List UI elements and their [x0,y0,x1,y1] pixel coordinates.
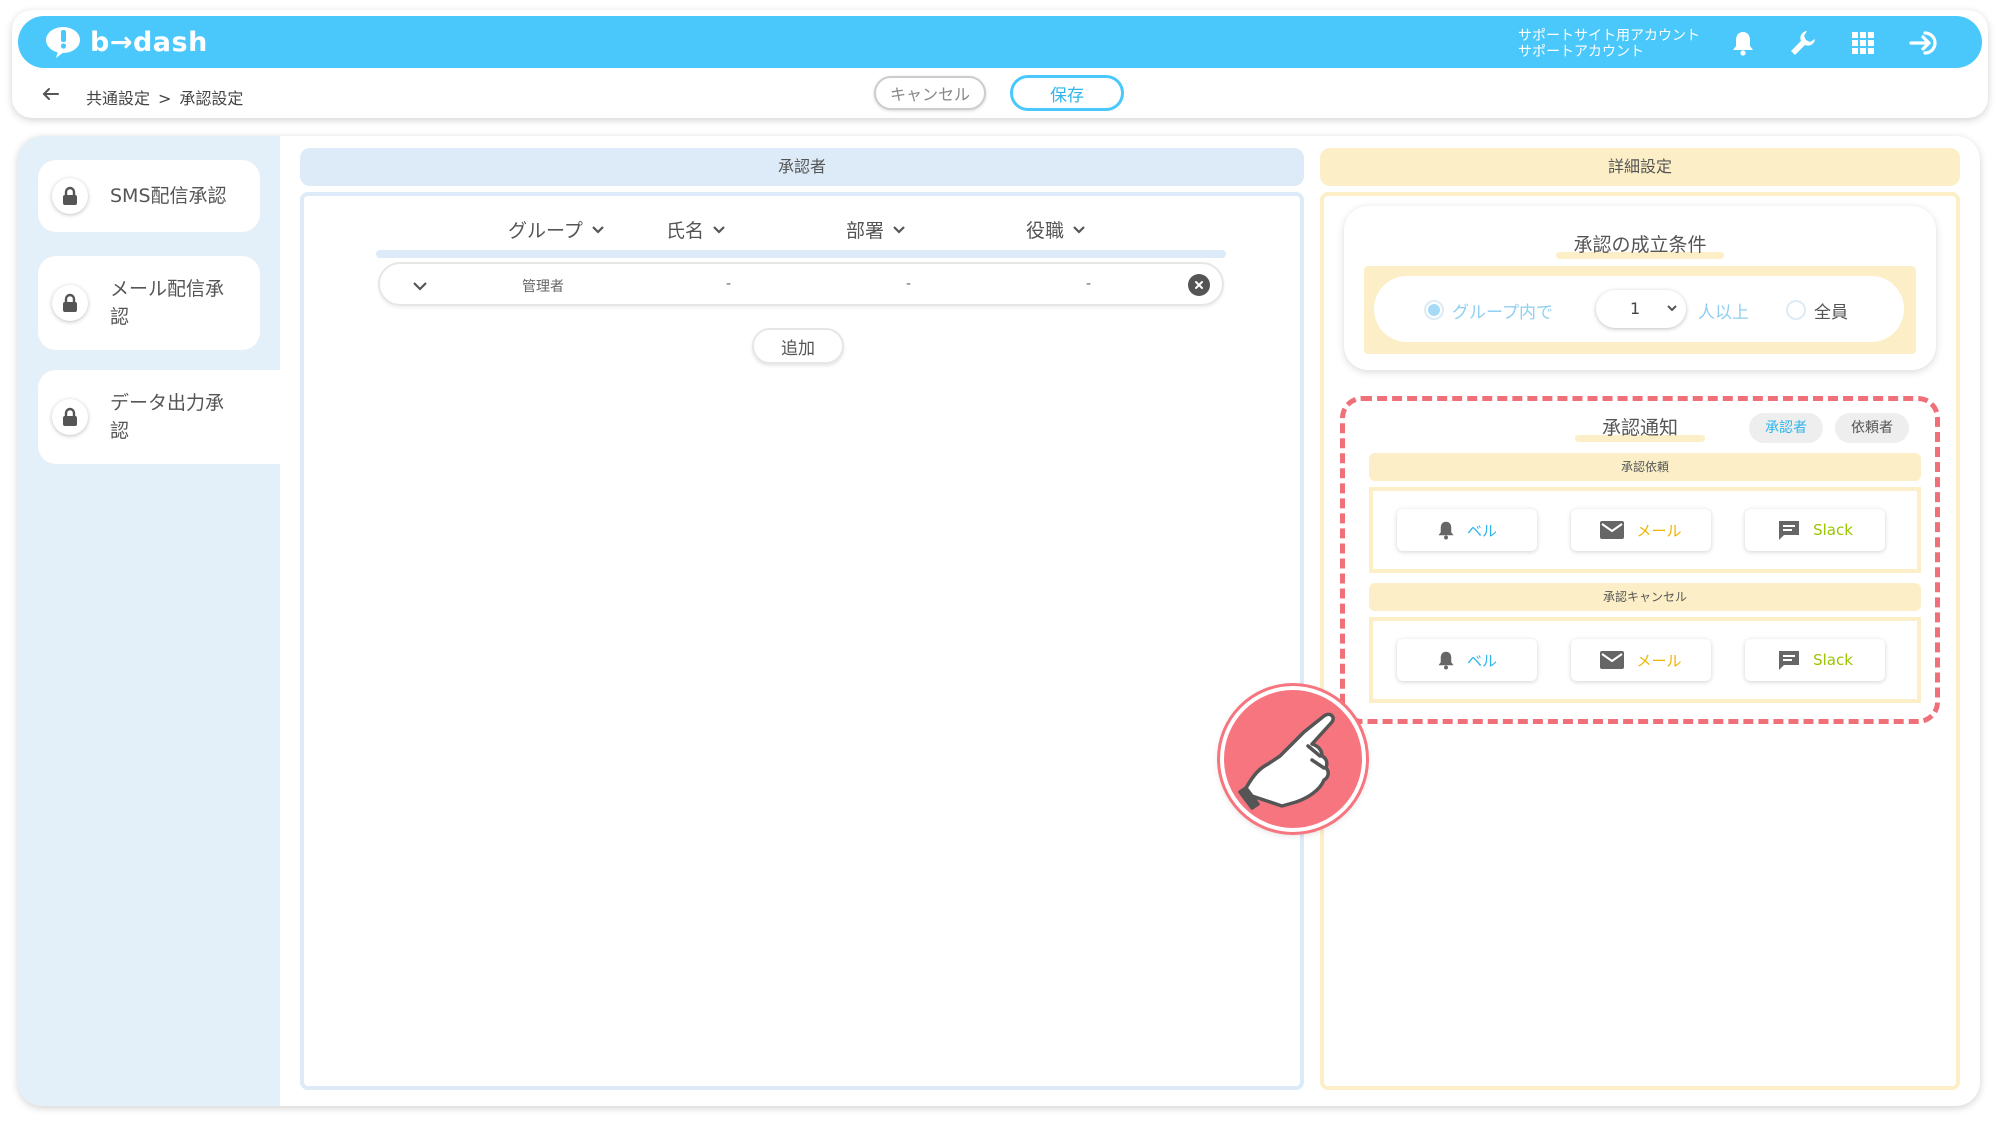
logo-text: b→dash [90,26,208,58]
column-header-name[interactable]: 氏名 [666,216,726,243]
toggle-requester-button[interactable]: 依頼者 [1835,413,1909,443]
mail-channel-button[interactable]: メール [1571,639,1711,681]
approvers-panel: グループ 氏名 部署 役職 管理者 - - - 追加 [300,192,1304,1090]
all-option-label: 全員 [1814,303,1848,323]
approver-count-value: 1 [1630,299,1641,318]
sidebar-item-label: データ出力承認 [110,392,225,442]
bell-icon[interactable] [1728,28,1758,58]
column-header-label: 氏名 [666,220,705,242]
app-header: b→dash サポートサイト用アカウント サポートアカウント [18,16,1982,68]
bell-channel-label: ベル [1466,521,1497,540]
account-line-2: サポートアカウント [1518,44,1644,60]
sidebar: SMS配信承認 メール配信承認 データ出力承認 [18,136,280,1106]
chevron-down-icon [1667,305,1677,312]
bell-channel-button[interactable]: ベル [1397,639,1537,681]
cancel-button[interactable]: キャンセル [874,76,986,110]
bell-icon [1438,521,1454,540]
mail-channel-label: メール [1636,651,1682,670]
row-group: 管理者 [522,279,564,295]
details-panel: 承認の成立条件 グループ内で 1 人以上 全員 承認通知 承認者 依頼者 承認依… [1320,192,1960,1090]
chat-icon [1779,651,1800,670]
save-button[interactable]: 保存 [1010,75,1124,111]
lock-icon [52,178,88,214]
slack-channel-button[interactable]: Slack [1745,639,1885,681]
column-header-position[interactable]: 役職 [1026,216,1086,243]
account-info[interactable]: サポートサイト用アカウント サポートアカウント [1518,28,1700,60]
mail-channel-button[interactable]: メール [1571,509,1711,551]
chevron-down-icon [893,225,905,234]
breadcrumb-separator: > [158,89,172,108]
slack-channel-button[interactable]: Slack [1745,509,1885,551]
row-name: - [726,276,732,292]
sidebar-item-mail-approval[interactable]: メール配信承認 [38,256,260,350]
back-arrow-icon[interactable] [42,86,62,102]
sidebar-item-data-export-approval[interactable]: データ出力承認 [38,370,280,464]
sidebar-item-label: SMS配信承認 [110,185,227,207]
slack-channel-label: Slack [1813,651,1853,669]
wrench-icon[interactable] [1788,28,1818,58]
condition-row: グループ内で 1 人以上 全員 [1374,276,1904,342]
row-position: - [1086,276,1092,292]
toggle-approver-button[interactable]: 承認者 [1749,413,1823,443]
column-header-label: 部署 [846,220,885,242]
breadcrumb: 共通設定 > 承認設定 [86,85,243,109]
column-divider [376,250,1226,258]
approval-request-header: 承認依頼 [1369,453,1921,481]
bell-channel-button[interactable]: ベル [1397,509,1537,551]
count-suffix-label: 人以上 [1698,303,1749,323]
breadcrumb-current: 承認設定 [179,89,244,108]
approval-request-channels: ベル メール Slack [1369,487,1921,573]
mail-icon [1600,521,1625,539]
logo-icon [44,25,84,59]
chevron-down-icon [713,225,725,234]
group-option-label: グループ内で [1452,303,1553,323]
breadcrumb-parent[interactable]: 共通設定 [86,89,150,108]
bell-channel-label: ベル [1466,651,1497,670]
lock-icon [52,399,88,435]
row-department: - [906,276,912,292]
sub-toolbar: 共通設定 > 承認設定 キャンセル 保存 [12,68,1988,118]
chevron-down-icon [1073,225,1085,234]
main-frame: SMS配信承認 メール配信承認 データ出力承認 承認者 グループ 氏名 部署 役… [18,136,1980,1106]
top-frame: b→dash サポートサイト用アカウント サポートアカウント 共通設定 > 承認… [12,10,1988,118]
radio-all-option[interactable] [1786,300,1806,320]
approval-condition-title: 承認の成立条件 [1573,234,1707,256]
mail-channel-label: メール [1636,521,1682,540]
approval-notification-section: 承認通知 承認者 依頼者 承認依頼 ベル メール Slack 承認キャンセル ベ… [1340,396,1940,724]
apps-grid-icon[interactable] [1848,28,1878,58]
sidebar-item-sms-approval[interactable]: SMS配信承認 [38,160,260,232]
details-panel-title: 詳細設定 [1320,148,1960,186]
approver-count-select[interactable]: 1 [1596,290,1686,328]
lock-icon [52,285,88,321]
chevron-down-icon [592,225,604,234]
logo[interactable]: b→dash [44,24,208,60]
column-header-label: グループ [508,220,583,242]
account-line-1: サポートサイト用アカウント [1518,28,1700,44]
approval-cancel-channels: ベル メール Slack [1369,617,1921,703]
approval-condition-card: 承認の成立条件 グループ内で 1 人以上 全員 [1344,206,1936,370]
approvers-panel-title: 承認者 [300,148,1304,186]
chat-icon [1779,521,1800,540]
slack-channel-label: Slack [1813,521,1853,539]
approval-cancel-header: 承認キャンセル [1369,583,1921,611]
add-approver-button[interactable]: 追加 [752,328,844,364]
table-row: 管理者 - - - [378,262,1224,306]
column-header-label: 役職 [1026,220,1065,242]
sidebar-item-label: メール配信承認 [110,278,225,328]
mail-icon [1600,651,1625,669]
column-header-department[interactable]: 部署 [846,216,906,243]
bell-icon [1438,651,1454,670]
chevron-down-icon[interactable] [412,277,428,296]
logout-icon[interactable] [1908,28,1944,58]
pointing-hand-icon [1220,686,1366,832]
remove-row-icon[interactable] [1188,274,1210,296]
column-header-group[interactable]: グループ [508,216,605,243]
condition-box: グループ内で 1 人以上 全員 [1364,266,1916,354]
radio-group-option[interactable] [1424,300,1444,320]
